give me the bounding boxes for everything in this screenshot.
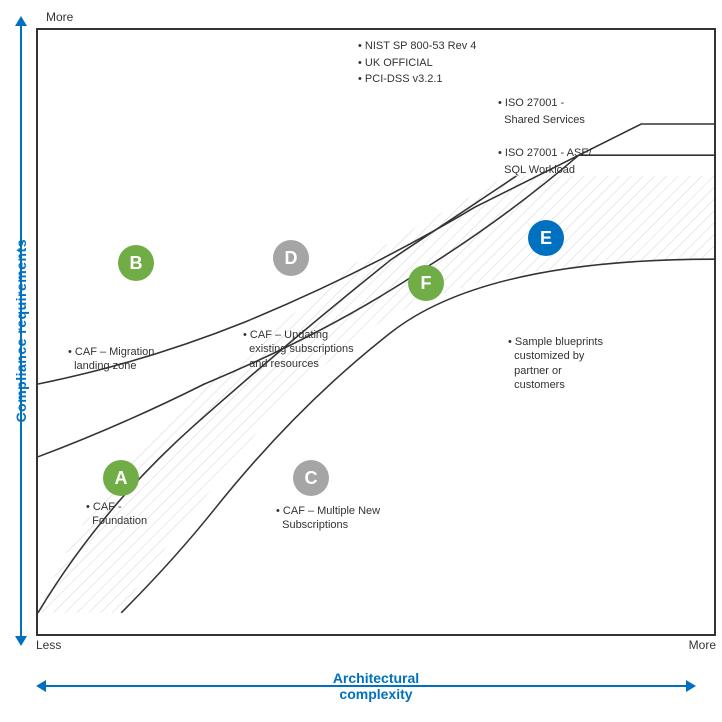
diagram-container: Compliance requirements More <box>6 6 716 716</box>
annotation-caf-multi-sub: • CAF – Multiple New Subscriptions <box>276 504 380 533</box>
x-axis-arrow-left <box>36 680 46 692</box>
top-labels: More <box>36 6 716 28</box>
y-more-label: More <box>46 10 73 24</box>
badge-c: C <box>293 460 329 496</box>
annotation-iso-ase: • ISO 27001 - ASE/ SQL Workload <box>498 145 592 178</box>
bottom-labels: Less More <box>36 636 716 656</box>
annotation-sample-blueprints: • Sample blueprints customized by partne… <box>508 335 603 392</box>
chart-svg <box>38 30 714 634</box>
annotation-caf-landing-zone: • CAF – Migration landing zone <box>68 345 154 374</box>
y-axis-container: Compliance requirements <box>6 6 36 656</box>
annotation-caf-foundation: • CAF - Foundation <box>86 500 147 529</box>
badge-d: D <box>273 240 309 276</box>
annotation-iso-shared: • ISO 27001 - Shared Services <box>498 95 585 128</box>
badge-e: E <box>528 220 564 256</box>
x-axis-section: Architectural complexity <box>6 656 716 716</box>
y-axis-label: Compliance requirements <box>13 239 29 422</box>
x-more-label: More <box>689 638 716 656</box>
badge-a: A <box>103 460 139 496</box>
x-axis-line <box>46 685 686 687</box>
y-axis-arrow-down <box>15 636 27 646</box>
chart-box: A B C D E F • CAF - Foundation • CAF – M… <box>36 28 716 636</box>
annotation-caf-update: • CAF – Updating existing subscriptions … <box>243 328 354 371</box>
badge-f: F <box>408 265 444 301</box>
annotation-nist: • NIST SP 800-53 Rev 4 • UK OFFICIAL • P… <box>358 38 476 88</box>
x-axis-arrow-right <box>686 680 696 692</box>
y-axis-arrow-up <box>15 16 27 26</box>
badge-b: B <box>118 245 154 281</box>
x-less-label: Less <box>36 638 61 656</box>
